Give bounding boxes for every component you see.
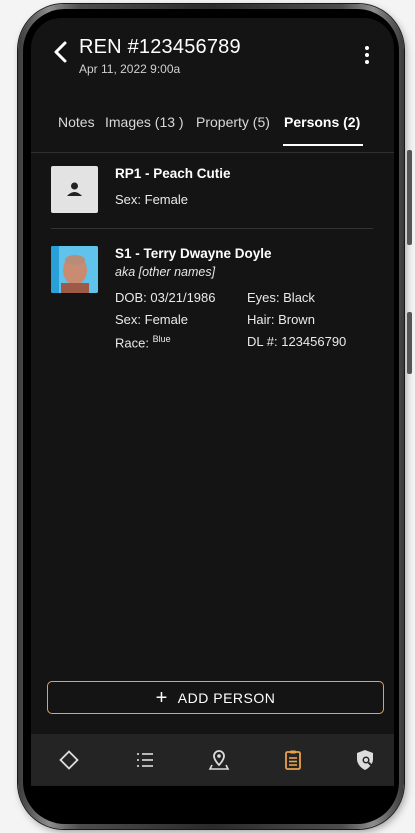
- diamond-icon[interactable]: [57, 748, 81, 772]
- person-card-s1[interactable]: S1 - Terry Dwayne Doyle aka [other names…: [51, 246, 373, 356]
- list-icon[interactable]: [133, 748, 157, 772]
- person-eyes: Eyes: Black: [247, 290, 315, 305]
- plus-icon: +: [155, 686, 168, 709]
- active-tab-indicator: [283, 144, 363, 146]
- more-options-icon[interactable]: [364, 46, 370, 66]
- person-dl: DL #: 123456790: [247, 334, 347, 349]
- person-race: Race: Blue: [115, 334, 171, 351]
- tab-persons[interactable]: Persons (2): [284, 114, 360, 130]
- tab-images[interactable]: Images (13 ): [105, 114, 184, 130]
- person-card-rp1[interactable]: RP1 - Peach Cutie Sex: Female: [51, 166, 373, 216]
- person-placeholder-avatar: [51, 166, 98, 213]
- tab-property[interactable]: Property (5): [196, 114, 270, 130]
- map-pin-icon[interactable]: [207, 748, 231, 772]
- person-aka: aka [other names]: [115, 265, 216, 279]
- person-hair: Hair: Brown: [247, 312, 315, 327]
- page-title: REN #123456789: [79, 36, 241, 58]
- person-photo: [51, 246, 98, 293]
- page-subtitle: Apr 11, 2022 9:00a: [79, 62, 181, 76]
- add-person-button[interactable]: + ADD PERSON: [47, 681, 384, 714]
- tab-notes[interactable]: Notes: [58, 114, 95, 130]
- person-sex: Sex: Female: [115, 192, 188, 207]
- app-header: REN #123456789 Apr 11, 2022 9:00a: [31, 18, 394, 98]
- back-arrow-icon[interactable]: [51, 40, 71, 64]
- clipboard-icon[interactable]: [281, 748, 305, 772]
- app-screen: REN #123456789 Apr 11, 2022 9:00a Notes …: [31, 18, 394, 818]
- person-name: RP1 - Peach Cutie: [115, 166, 231, 181]
- person-icon: [67, 182, 82, 196]
- person-name: S1 - Terry Dwayne Doyle: [115, 246, 272, 261]
- person-dob: DOB: 03/21/1986: [115, 290, 216, 305]
- mugshot-image: [51, 246, 98, 293]
- system-nav-area: [31, 786, 394, 818]
- volume-button: [407, 150, 412, 245]
- bottom-nav: [31, 734, 394, 786]
- tab-bar: Notes Images (13 ) Property (5) Persons …: [31, 114, 394, 153]
- person-divider: [51, 228, 373, 229]
- person-sex: Sex: Female: [115, 312, 188, 327]
- add-person-label: ADD PERSON: [177, 689, 276, 706]
- shield-search-icon[interactable]: [353, 748, 377, 772]
- power-button: [407, 312, 412, 374]
